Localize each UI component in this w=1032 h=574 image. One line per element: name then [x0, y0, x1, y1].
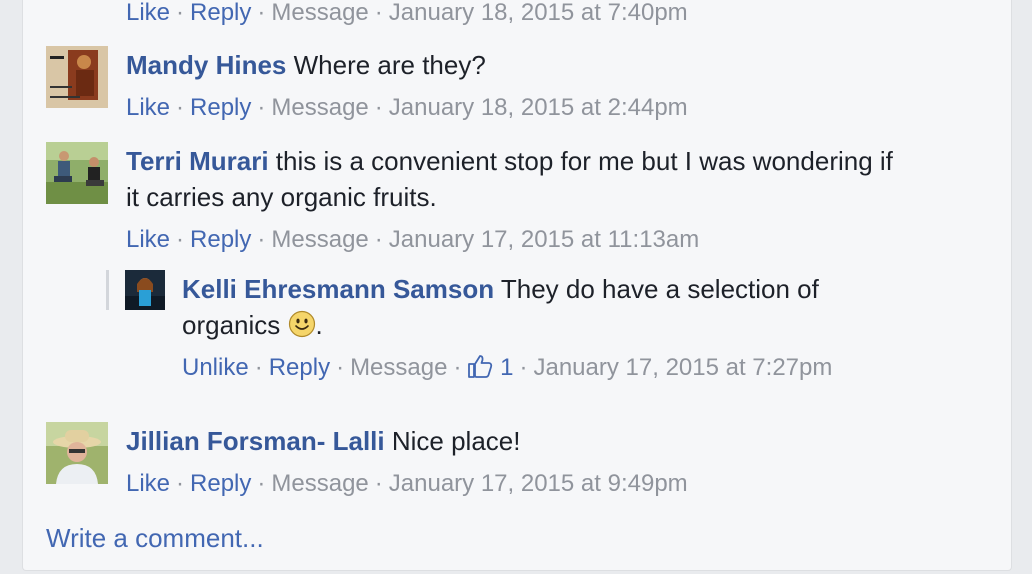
like-count[interactable]: 1: [467, 354, 513, 381]
commenter-name[interactable]: Jillian Forsman- Lalli: [126, 426, 385, 456]
reply-link[interactable]: Reply: [190, 470, 251, 497]
like-count-value: 1: [500, 354, 514, 381]
commenter-name[interactable]: Kelli Ehresmann Samson: [182, 274, 494, 304]
unlike-link[interactable]: Unlike: [182, 354, 249, 381]
comment-text-line2: organics: [182, 310, 281, 340]
message-link[interactable]: Message: [271, 470, 368, 497]
avatar-terri-murari[interactable]: [46, 142, 108, 204]
avatar-jillian-forsman-lalli[interactable]: [46, 422, 108, 484]
message-link[interactable]: Message: [350, 354, 447, 381]
smiley-emoji: [288, 310, 316, 347]
comment-timestamp[interactable]: January 17, 2015 at 11:13am: [389, 226, 699, 253]
avatar-kelli-ehresmann-samson[interactable]: [125, 270, 165, 310]
reply-link[interactable]: Reply: [269, 354, 330, 381]
like-link[interactable]: Like: [126, 226, 170, 253]
comment-text-end: .: [315, 310, 323, 340]
message-link[interactable]: Message: [271, 0, 368, 26]
commenter-name[interactable]: Terri Murari: [126, 146, 269, 176]
thumbs-up-icon: [467, 354, 493, 385]
comment-timestamp[interactable]: January 18, 2015 at 2:44pm: [389, 94, 688, 121]
message-link[interactable]: Message: [271, 94, 368, 121]
comment-text-line2: it carries any organic fruits.: [126, 182, 437, 212]
comment-timestamp[interactable]: January 18, 2015 at 7:40pm: [389, 0, 688, 26]
comment-actions: Like · Reply · Message · January 18, 2015 at 2…: [126, 94, 688, 121]
comment-actions: Like · Reply · Message · January 17, 2015 at 1…: [126, 226, 700, 253]
comment-actions-previous: Like · Reply · Message · January 18, 2015 at 7…: [126, 0, 688, 26]
comment-body-mandy-hines: Mandy Hines Where are they?: [126, 47, 486, 83]
reply-thread-line: [106, 270, 109, 310]
comment-text: Nice place!: [391, 426, 521, 456]
comment-text: this is a convenient stop for me but I w…: [275, 146, 893, 176]
like-link[interactable]: Like: [126, 94, 170, 121]
comment-text: Where are they?: [293, 50, 486, 80]
comment-body-jillian-forsman-lalli: Jillian Forsman- Lalli Nice place!: [126, 423, 520, 459]
reply-link[interactable]: Reply: [190, 226, 251, 253]
comment-text: They do have a selection of: [500, 274, 819, 304]
reply-link[interactable]: Reply: [190, 94, 251, 121]
comment-timestamp[interactable]: January 17, 2015 at 9:49pm: [389, 470, 688, 497]
like-link[interactable]: Like: [126, 0, 170, 26]
message-link[interactable]: Message: [271, 226, 368, 253]
comment-timestamp[interactable]: January 17, 2015 at 7:27pm: [533, 354, 832, 381]
like-link[interactable]: Like: [126, 470, 170, 497]
commenter-name[interactable]: Mandy Hines: [126, 50, 286, 80]
reply-link[interactable]: Reply: [190, 0, 251, 26]
avatar-mandy-hines[interactable]: [46, 46, 108, 108]
reply-actions: Unlike · Reply · Message · 1 · January 17, 2015…: [182, 354, 832, 385]
write-comment-link[interactable]: Write a comment...: [46, 521, 264, 555]
comment-actions: Like · Reply · Message · January 17, 2015 at 9…: [126, 470, 688, 497]
comment-body-terri-murari: Terri Murari this is a convenient stop f…: [126, 143, 986, 215]
reply-body-kelli-ehresmann-samson: Kelli Ehresmann Samson They do have a se…: [182, 271, 962, 347]
